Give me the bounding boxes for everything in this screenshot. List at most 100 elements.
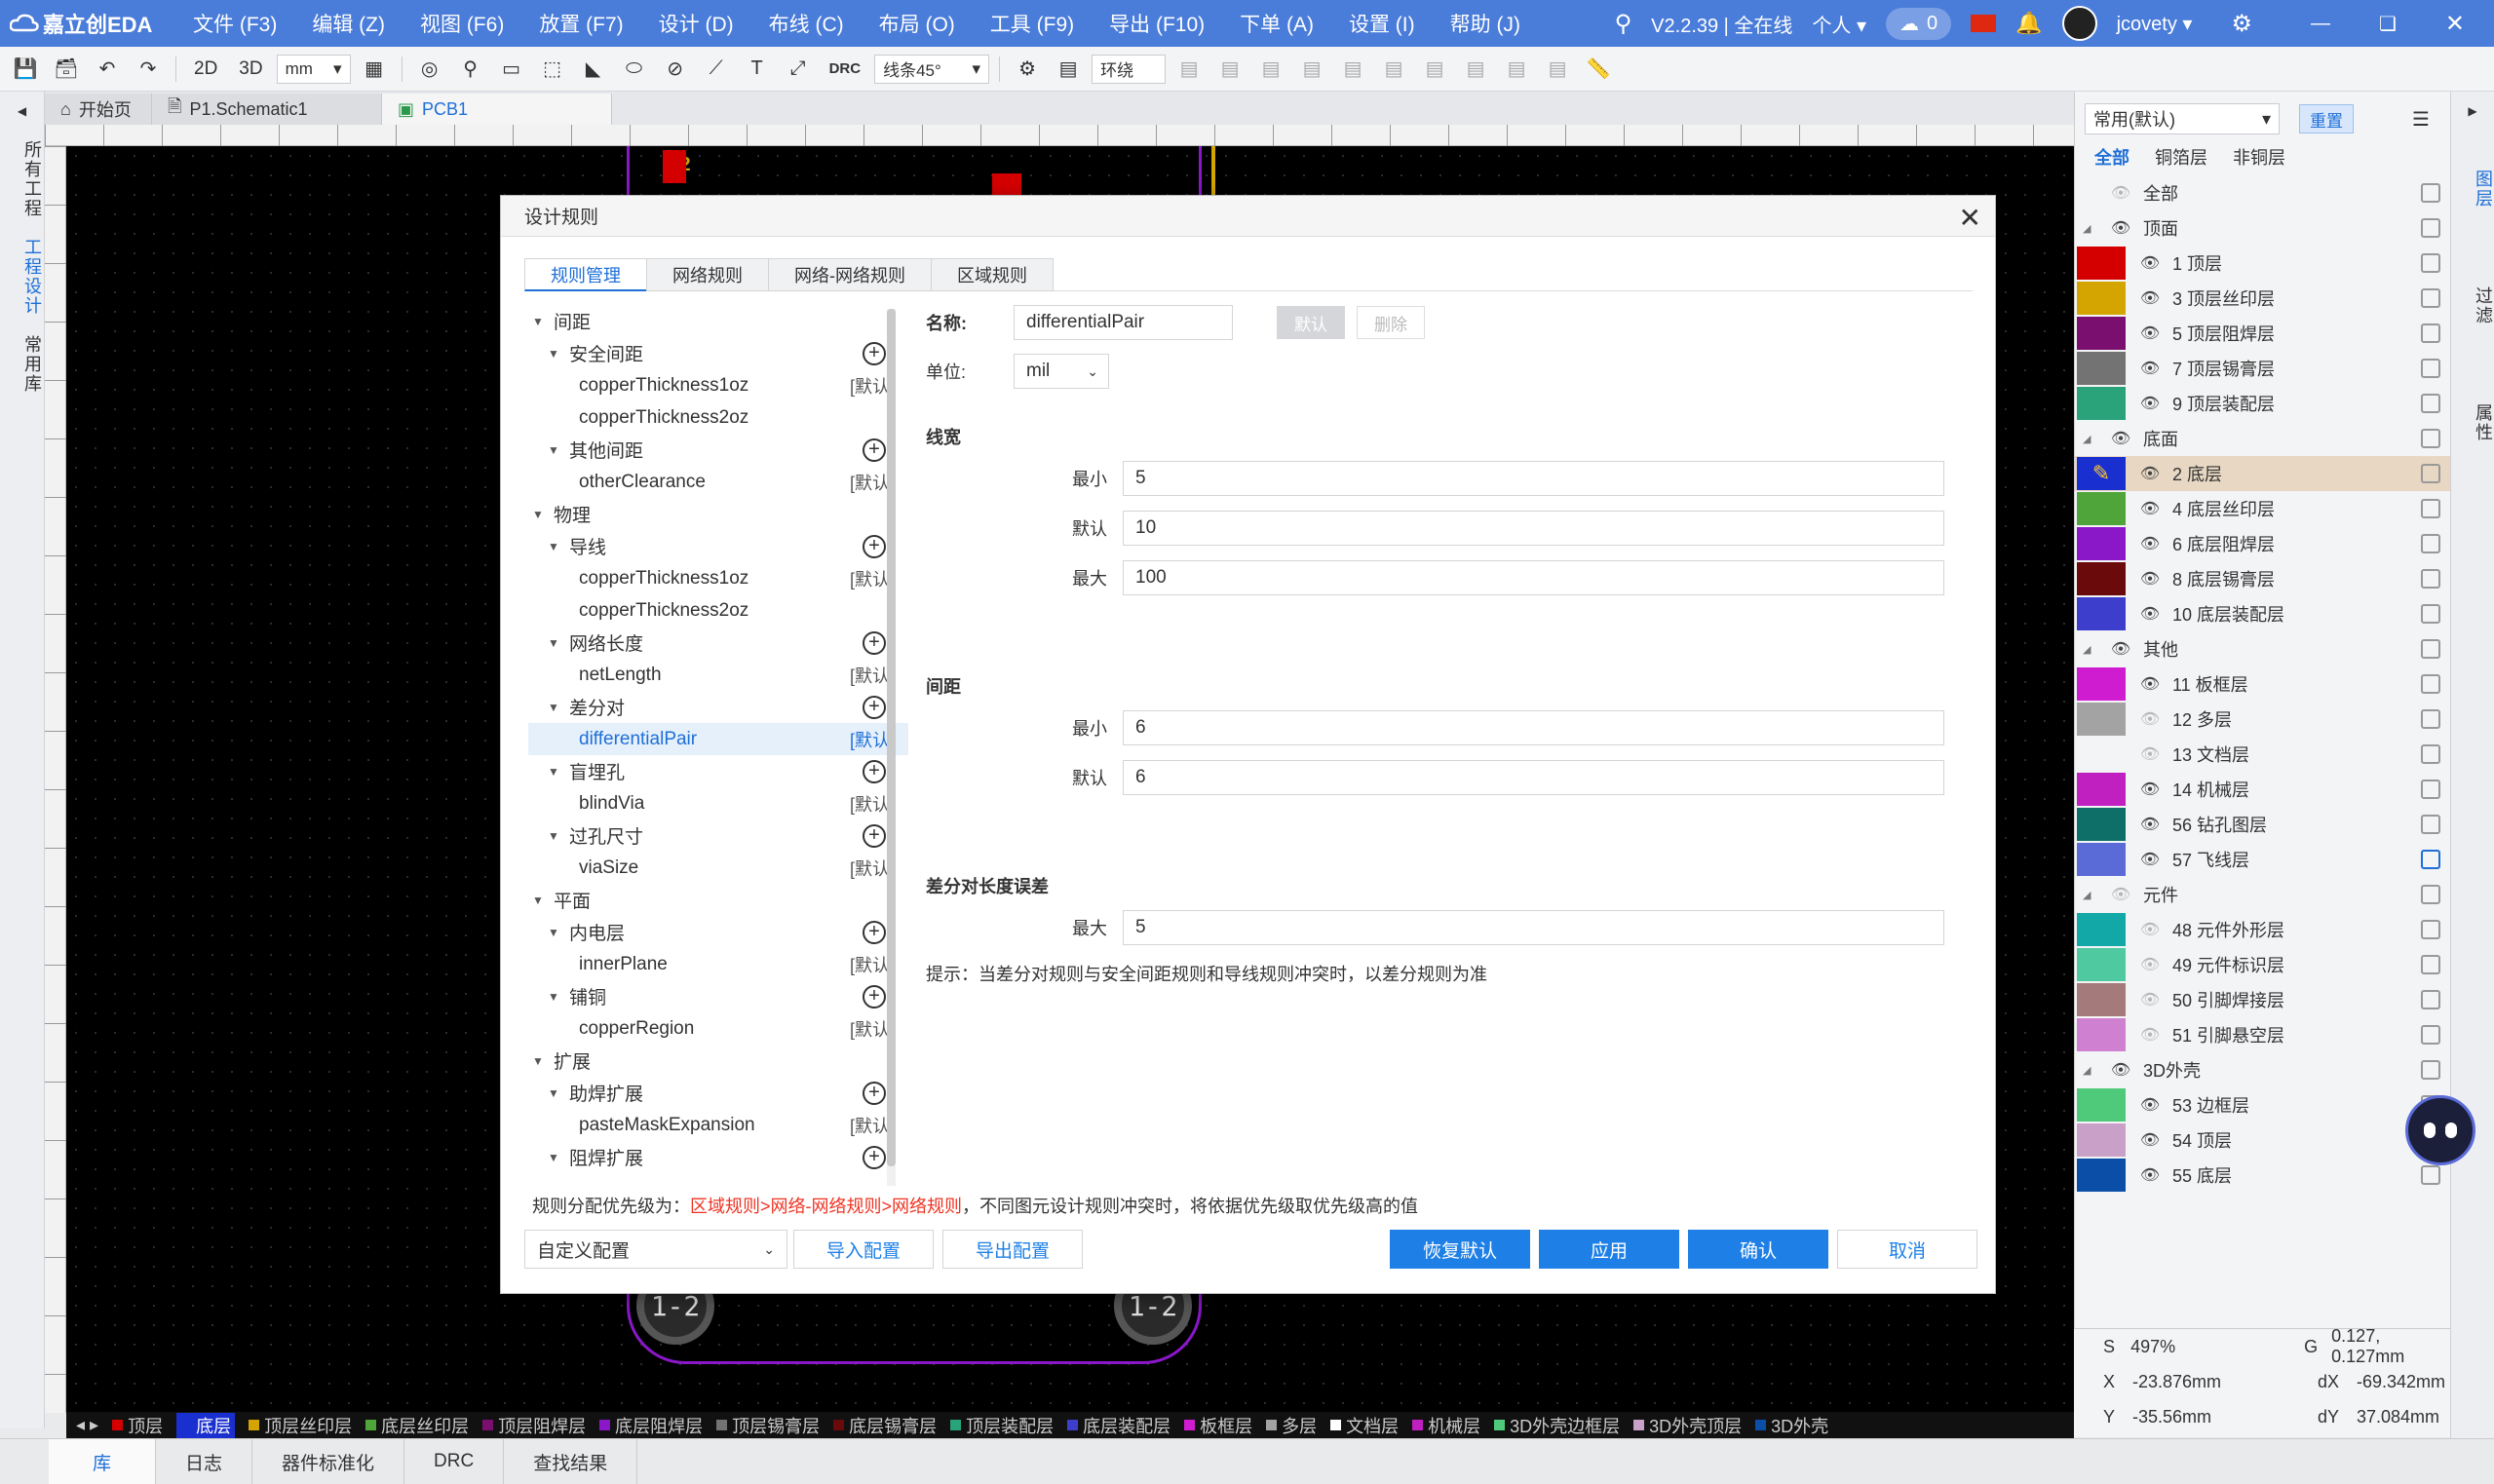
ellipse-icon[interactable]: ⬭: [617, 52, 652, 87]
lock-icon[interactable]: [2421, 955, 2440, 974]
visibility-eye-icon[interactable]: 👁: [2139, 780, 2161, 799]
layer-strip-item[interactable]: 底层阻焊层: [599, 1413, 703, 1438]
smd-pad[interactable]: [663, 150, 686, 183]
lock-icon[interactable]: [2421, 218, 2440, 238]
lock-icon[interactable]: [2421, 709, 2440, 729]
layer-row[interactable]: 👁 4 底层丝印层: [2075, 491, 2450, 526]
caret-down-icon[interactable]: ▼: [548, 990, 561, 1004]
layer-row[interactable]: 👁 5 顶层阻焊层: [2075, 316, 2450, 351]
scrollbar-thumb[interactable]: [887, 309, 896, 1166]
layer-row[interactable]: 👁 7 顶层锡膏层: [2075, 351, 2450, 386]
add-rule-icon[interactable]: +: [863, 760, 886, 783]
menu-item[interactable]: 布线 (C): [751, 9, 862, 38]
cloud-sync-button[interactable]: ☁ 0: [1886, 7, 1952, 40]
visibility-eye-icon[interactable]: 👁: [2139, 359, 2161, 378]
rule-category[interactable]: ▼ 物理: [528, 498, 908, 530]
layer-row[interactable]: 👁 13 文档层: [2075, 737, 2450, 772]
caret-down-icon[interactable]: ▼: [548, 636, 561, 650]
rule-item[interactable]: copperThickness2oz: [528, 594, 908, 627]
layer-color-swatch[interactable]: [2077, 247, 2126, 280]
layer-row[interactable]: ✎ 👁 2 底层: [2075, 456, 2450, 491]
caret-down-icon[interactable]: ▼: [548, 1151, 561, 1164]
layer-row[interactable]: 👁 53 边框层: [2075, 1087, 2450, 1123]
layer-strip-item[interactable]: 文档层: [1330, 1413, 1399, 1438]
add-rule-icon[interactable]: +: [863, 631, 886, 655]
add-rule-icon[interactable]: +: [863, 535, 886, 558]
bell-icon[interactable]: 🔔: [2015, 11, 2042, 36]
line-icon[interactable]: ⟋: [699, 52, 734, 87]
lock-icon[interactable]: [2421, 604, 2440, 624]
align-center-icon[interactable]: ▤: [1212, 52, 1247, 87]
redo-icon[interactable]: ↷: [131, 52, 166, 87]
caret-down-icon[interactable]: ▼: [532, 894, 546, 907]
visibility-eye-icon[interactable]: 👁: [2139, 394, 2161, 413]
visibility-eye-icon[interactable]: 👁: [2139, 815, 2161, 834]
layer-strip-item[interactable]: 3D外壳: [1755, 1413, 1828, 1438]
visibility-eye-icon[interactable]: 👁: [2110, 429, 2131, 448]
dialog-tab[interactable]: 区域规则: [931, 258, 1054, 291]
dialog-tab[interactable]: 网络-网络规则: [768, 258, 932, 291]
collapse-arrow-icon[interactable]: ◢: [2083, 433, 2091, 445]
align-right-icon[interactable]: ▤: [1253, 52, 1288, 87]
name-input[interactable]: differentialPair: [1014, 305, 1233, 340]
layer-color-swatch[interactable]: [2077, 808, 2126, 841]
layer-strip-item[interactable]: 顶层: [112, 1413, 163, 1438]
rule-item[interactable]: pasteMaskExpansion [默认]: [528, 1109, 908, 1141]
layer-color-swatch[interactable]: [2077, 738, 2126, 771]
layer-row[interactable]: 👁 48 元件外形层: [2075, 912, 2450, 947]
lock-icon[interactable]: [2421, 990, 2440, 1009]
env-select[interactable]: 环绕: [1092, 54, 1167, 84]
menu-item[interactable]: 工具 (F9): [973, 9, 1092, 38]
bottom-tab[interactable]: 查找结果: [504, 1438, 638, 1484]
user-menu[interactable]: jcovety ▾: [2117, 12, 2193, 36]
menu-item[interactable]: 设置 (I): [1331, 9, 1433, 38]
add-rule-icon[interactable]: +: [863, 921, 886, 944]
bottom-tab[interactable]: 日志: [156, 1438, 253, 1484]
visibility-eye-icon[interactable]: 👁: [2110, 218, 2131, 238]
layer-group-row[interactable]: 👁 全部: [2075, 175, 2450, 210]
rule-item[interactable]: otherClearance [默认]: [528, 466, 908, 498]
close-icon[interactable]: ✕: [1959, 202, 1981, 234]
visibility-eye-icon[interactable]: 👁: [2139, 323, 2161, 343]
lock-icon[interactable]: [2421, 394, 2440, 413]
visibility-eye-icon[interactable]: 👁: [2139, 920, 2161, 939]
set-default-button[interactable]: 默认: [1277, 306, 1345, 339]
caret-down-icon[interactable]: ▼: [548, 701, 561, 714]
ungroup-icon[interactable]: ▤: [1540, 52, 1575, 87]
bottom-tab[interactable]: DRC: [404, 1438, 505, 1484]
layer-strip-item[interactable]: 顶层锡膏层: [716, 1413, 820, 1438]
caret-down-icon[interactable]: ▼: [548, 540, 561, 553]
layer-color-swatch[interactable]: [2077, 1159, 2126, 1192]
lock-icon[interactable]: [2421, 920, 2440, 939]
rule-category[interactable]: ▼ 差分对 +: [528, 691, 908, 723]
menu-item[interactable]: 编辑 (Z): [294, 9, 403, 38]
lock-icon[interactable]: [2421, 744, 2440, 764]
dialog-tab[interactable]: 网络规则: [646, 258, 769, 291]
layer-color-swatch[interactable]: [2077, 703, 2126, 736]
pad-icon[interactable]: ◎: [412, 52, 447, 87]
rule-item[interactable]: viaSize [默认]: [528, 852, 908, 884]
lock-icon[interactable]: [2421, 1060, 2440, 1080]
caret-down-icon[interactable]: ▼: [548, 829, 561, 843]
layer-color-swatch[interactable]: [2077, 492, 2126, 525]
visibility-eye-icon[interactable]: 👁: [2139, 288, 2161, 308]
rule-category[interactable]: ▼ 过孔尺寸 +: [528, 819, 908, 852]
layer-color-swatch[interactable]: [2077, 667, 2126, 701]
close-window-icon[interactable]: ✕: [2445, 10, 2465, 38]
layer-row[interactable]: 👁 6 底层阻焊层: [2075, 526, 2450, 561]
menu-item[interactable]: 帮助 (J): [1433, 9, 1538, 38]
layer-strip-item[interactable]: 顶层装配层: [950, 1413, 1054, 1438]
unit-select[interactable]: mil ⌄: [1014, 354, 1109, 389]
caret-down-icon[interactable]: ▼: [532, 508, 546, 521]
rule-category[interactable]: ▼ 阻焊扩展 +: [528, 1141, 908, 1173]
rule-category[interactable]: ▼ 其他间距 +: [528, 434, 908, 466]
layer-row[interactable]: 👁 3 顶层丝印层: [2075, 281, 2450, 316]
add-rule-icon[interactable]: +: [863, 824, 886, 848]
config-select[interactable]: 自定义配置 ⌄: [524, 1230, 787, 1269]
menu-item[interactable]: 放置 (F7): [521, 9, 640, 38]
menu-item[interactable]: 视图 (F6): [403, 9, 521, 38]
add-rule-icon[interactable]: +: [863, 1146, 886, 1169]
layer-color-swatch[interactable]: [2077, 913, 2126, 946]
lock-icon[interactable]: [2421, 499, 2440, 518]
layer-settings-icon[interactable]: ☰: [2412, 107, 2430, 132]
